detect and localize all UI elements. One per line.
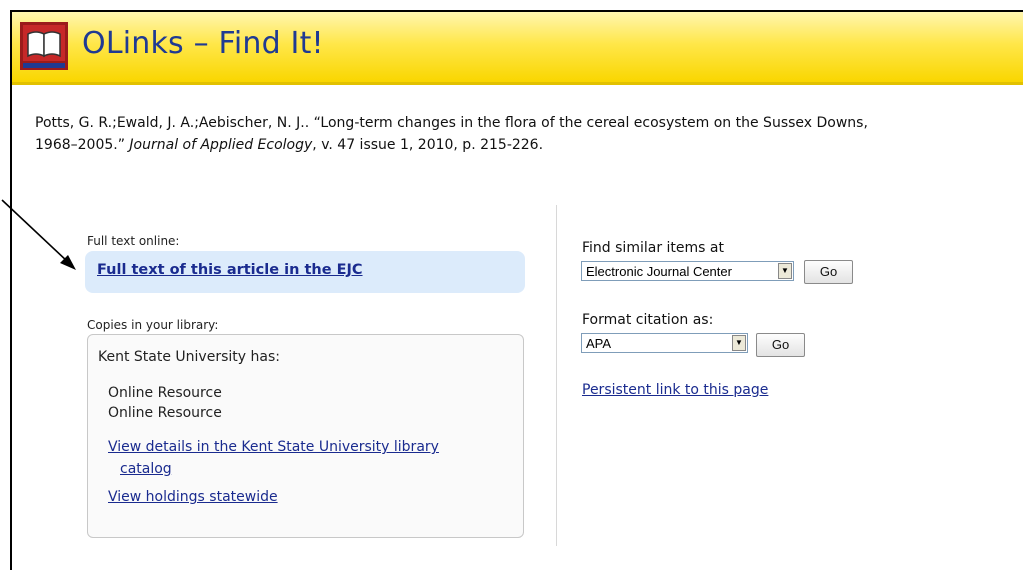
format-label: Format citation as: (582, 312, 714, 328)
format-go-button[interactable]: Go (756, 333, 805, 357)
column-divider (556, 205, 557, 546)
similar-select-value: Electronic Journal Center (586, 264, 732, 279)
similar-select[interactable]: Electronic Journal Center ▼ (581, 261, 794, 281)
chevron-down-icon[interactable]: ▼ (732, 335, 746, 351)
resource-item: Online Resource (108, 385, 222, 401)
holdings-link[interactable]: View holdings statewide (108, 489, 278, 505)
fulltext-link[interactable]: Full text of this article in the EJC (97, 262, 363, 278)
copies-label: Copies in your library: (87, 318, 219, 332)
holder-text: Kent State University has: (98, 349, 280, 365)
details-link-wrapper-2: catalog (120, 461, 172, 477)
resource-item: Online Resource (108, 405, 222, 421)
fulltext-label: Full text online: (87, 234, 180, 248)
details-link-wrapper: View details in the Kent State Universit… (108, 439, 439, 455)
details-link-continued[interactable]: catalog (120, 461, 172, 477)
holdings-link-wrapper: View holdings statewide (108, 489, 278, 505)
persistent-link[interactable]: Persistent link to this page (582, 382, 768, 398)
similar-label: Find similar items at (582, 240, 724, 256)
similar-go-button[interactable]: Go (804, 260, 853, 284)
chevron-down-icon[interactable]: ▼ (778, 263, 792, 279)
details-link[interactable]: View details in the Kent State Universit… (108, 439, 439, 455)
format-select[interactable]: APA ▼ (581, 333, 748, 353)
format-select-value: APA (586, 336, 612, 351)
copies-box: Kent State University has: Online Resour… (87, 334, 524, 538)
fulltext-box: Full text of this article in the EJC (85, 251, 525, 293)
